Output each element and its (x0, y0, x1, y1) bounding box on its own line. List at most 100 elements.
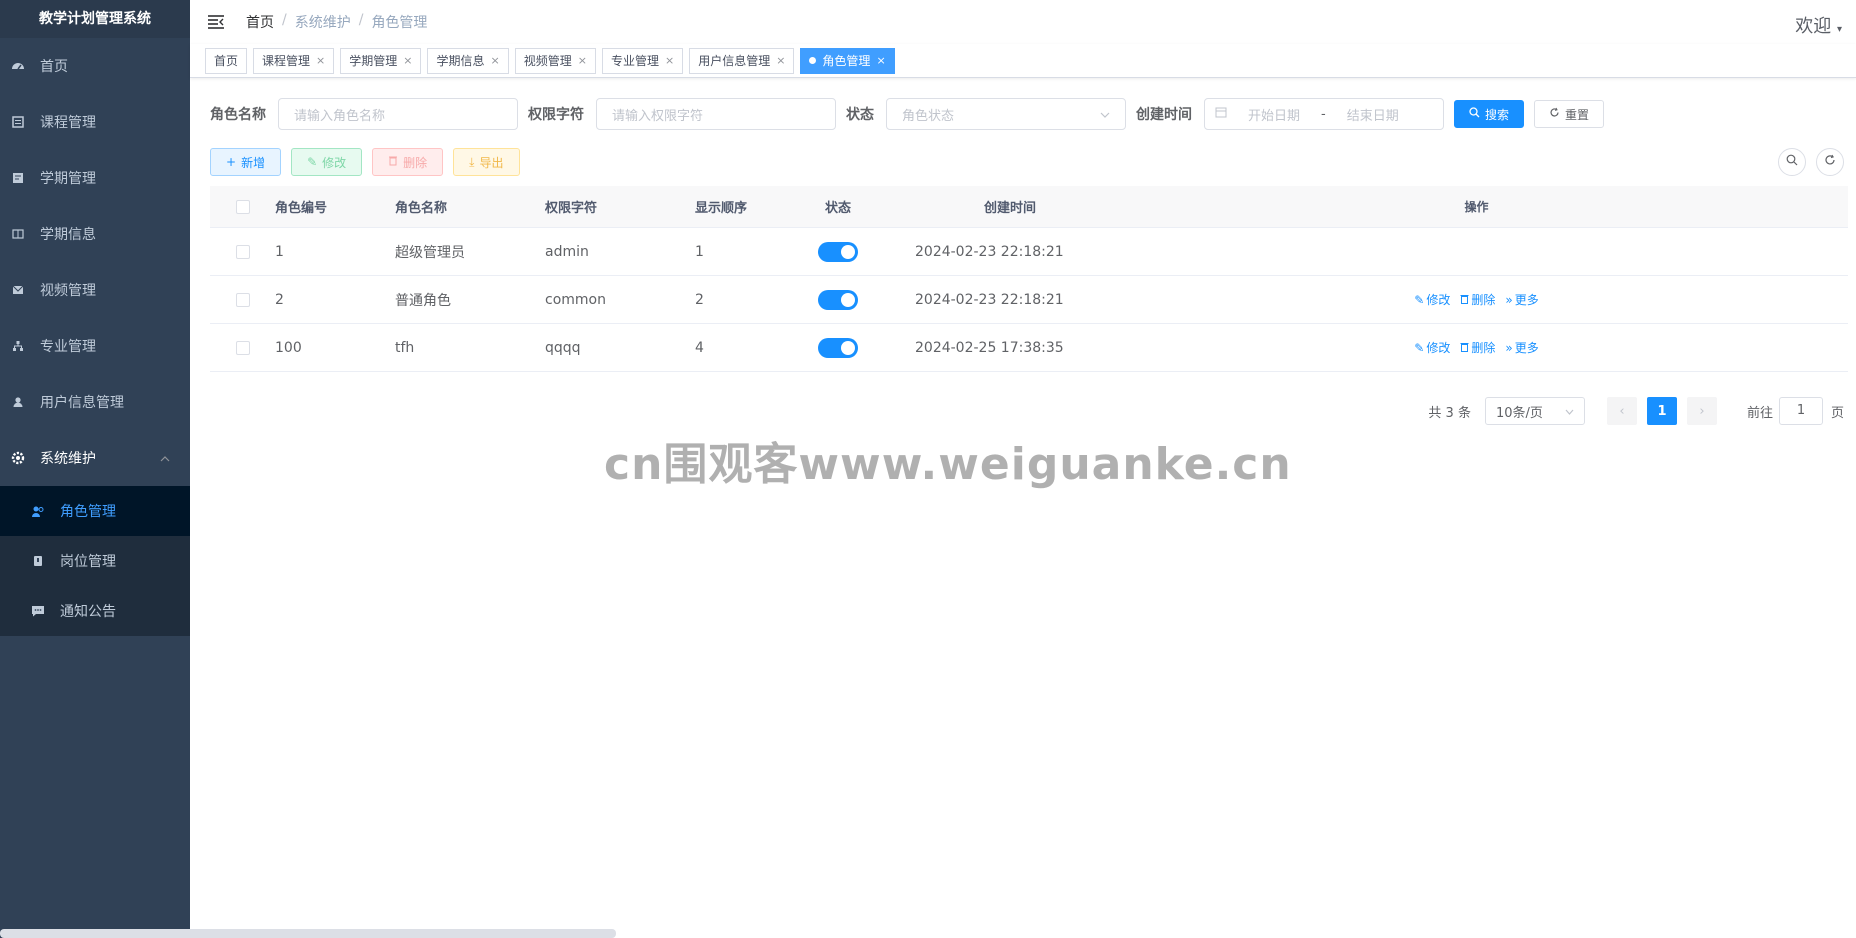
sidebar-item-posts[interactable]: 岗位管理 (0, 536, 190, 586)
date-range-picker[interactable]: 开始日期 - 结束日期 (1204, 98, 1444, 130)
toggle-search-button[interactable] (1778, 148, 1806, 176)
chevron-down-icon (1100, 107, 1110, 122)
row-edit-link[interactable]: ✎ 修改 (1414, 291, 1450, 308)
role-key-label: 权限字符 (528, 107, 584, 123)
tag-majors[interactable]: 专业管理 × (601, 47, 684, 74)
cell-ops: ✎ 修改 删除 » 更多 (1105, 339, 1848, 356)
row-delete-link[interactable]: 删除 (1460, 339, 1495, 356)
reset-button-label: 重置 (1565, 107, 1590, 122)
role-key-input[interactable]: 请输入权限字符 (596, 98, 836, 130)
double-right-icon: » (1505, 340, 1513, 355)
cell-created: 2024-02-23 22:18:21 (915, 291, 1064, 308)
edit-button[interactable]: ✎ 修改 (291, 148, 363, 176)
table-row: 1 超级管理员 admin 1 2024-02-23 22:18:21 (210, 228, 1848, 276)
close-icon[interactable]: × (876, 49, 885, 73)
refresh-icon (1549, 107, 1560, 121)
tag-courses[interactable]: 课程管理 × (253, 47, 335, 74)
prev-page-button[interactable]: ‹ (1606, 397, 1637, 425)
row-more-dropdown[interactable]: » 更多 (1505, 291, 1538, 308)
sidebar-item-terms[interactable]: 学期管理 (0, 150, 190, 206)
edit-button-label: 修改 (322, 155, 347, 170)
start-date-input[interactable]: 开始日期 (1239, 105, 1309, 124)
header-ops: 操作 (1464, 200, 1489, 214)
sidebar-item-home[interactable]: 首页 (0, 38, 190, 94)
add-button[interactable]: + 新增 (210, 148, 282, 176)
header-role-id[interactable]: 角色编号 (275, 197, 395, 216)
breadcrumb-separator: / (282, 12, 287, 28)
delete-button-label: 删除 (403, 155, 428, 170)
close-icon[interactable]: × (403, 49, 412, 73)
cell-status (815, 337, 915, 358)
page-size-select[interactable]: 10条/页 (1484, 397, 1585, 425)
sidebar-item-courses[interactable]: 课程管理 (0, 94, 190, 150)
refresh-button[interactable] (1816, 148, 1844, 176)
calendar-icon (1215, 106, 1227, 122)
horizontal-scrollbar[interactable] (0, 929, 616, 938)
end-date-input[interactable]: 结束日期 (1338, 105, 1408, 124)
status-switch[interactable] (818, 289, 858, 310)
cell-role-id: 1 (275, 243, 284, 260)
active-dot (809, 57, 817, 64)
tags-view: 首页 课程管理 × 学期管理 × 学期信息 × 视频管理 × 专业管理 × 用户信息管理 ×… (190, 44, 1856, 78)
page-number-current[interactable]: 1 (1646, 397, 1677, 425)
sidebar-item-label: 用户信息管理 (40, 395, 124, 411)
breadcrumb-home[interactable]: 首页 (246, 12, 274, 32)
tag-label: 用户信息管理 (698, 53, 771, 68)
close-icon[interactable]: × (665, 49, 674, 73)
tag-home[interactable]: 首页 (205, 47, 248, 74)
header-role-name[interactable]: 角色名称 (395, 197, 545, 216)
role-name-input[interactable]: 请输入角色名称 (278, 98, 518, 130)
sidebar-item-users[interactable]: 用户信息管理 (0, 374, 190, 430)
sidebar-item-label: 首页 (40, 59, 68, 75)
row-checkbox[interactable] (235, 340, 250, 355)
user-icon (10, 394, 26, 410)
header-role-key[interactable]: 权限字符 (545, 197, 695, 216)
header-created[interactable]: 创建时间 (915, 197, 1105, 216)
sidebar-item-majors[interactable]: 专业管理 (0, 318, 190, 374)
mail-icon (10, 282, 26, 298)
row-checkbox[interactable] (235, 244, 250, 259)
header-sort[interactable]: 显示顺序 (695, 197, 815, 216)
sidebar-item-system[interactable]: 系统维护 (0, 430, 190, 486)
delete-button[interactable]: 删除 (372, 148, 444, 176)
welcome-dropdown[interactable]: 欢迎 ▾ (1795, 12, 1842, 38)
breadcrumb-separator: / (358, 12, 364, 28)
row-delete-link[interactable]: 删除 (1460, 291, 1495, 308)
close-icon[interactable]: × (491, 49, 500, 73)
cell-created: 2024-02-23 22:18:21 (915, 243, 1064, 260)
post-icon (30, 553, 46, 569)
tag-roles[interactable]: 角色管理 × (800, 47, 895, 74)
list-icon (10, 114, 26, 130)
search-button[interactable]: 搜索 (1454, 100, 1525, 128)
reset-button[interactable]: 重置 (1534, 100, 1605, 128)
goto-page-input[interactable]: 1 (1778, 397, 1823, 425)
row-checkbox[interactable] (235, 292, 250, 307)
status-switch[interactable] (818, 241, 858, 262)
breadcrumb: 首页 / 系统维护 / 角色管理 (246, 12, 427, 32)
tag-terms[interactable]: 学期管理 × (340, 47, 422, 74)
cell-sort: 2 (695, 291, 704, 308)
sidebar-item-term-info[interactable]: 学期信息 (0, 206, 190, 262)
tag-term-info[interactable]: 学期信息 × (427, 47, 509, 74)
hamburger-icon[interactable] (206, 12, 226, 32)
close-icon[interactable]: × (776, 49, 785, 73)
select-all-checkbox[interactable] (235, 199, 250, 214)
chevron-right-icon: › (1699, 403, 1705, 419)
close-icon[interactable]: × (578, 49, 587, 73)
tag-users[interactable]: 用户信息管理 × (689, 47, 795, 74)
next-page-button[interactable]: › (1686, 397, 1717, 425)
export-button[interactable]: ⤓ 导出 (453, 148, 520, 176)
row-edit-link[interactable]: ✎ 修改 (1414, 339, 1450, 356)
role-name-placeholder: 请输入角色名称 (294, 108, 386, 124)
status-select[interactable]: 角色状态 (886, 98, 1126, 130)
sidebar-item-videos[interactable]: 视频管理 (0, 262, 190, 318)
search-icon (1786, 154, 1798, 170)
close-icon[interactable]: × (316, 49, 325, 73)
sidebar-item-notices[interactable]: 通知公告 (0, 586, 190, 636)
system-submenu: 角色管理 岗位管理 通知公告 (0, 486, 190, 636)
sidebar-item-roles[interactable]: 角色管理 (0, 486, 190, 536)
cell-role-name: tfh (395, 339, 415, 356)
row-more-dropdown[interactable]: » 更多 (1505, 339, 1538, 356)
status-switch[interactable] (818, 337, 858, 358)
tag-videos[interactable]: 视频管理 × (514, 47, 596, 74)
